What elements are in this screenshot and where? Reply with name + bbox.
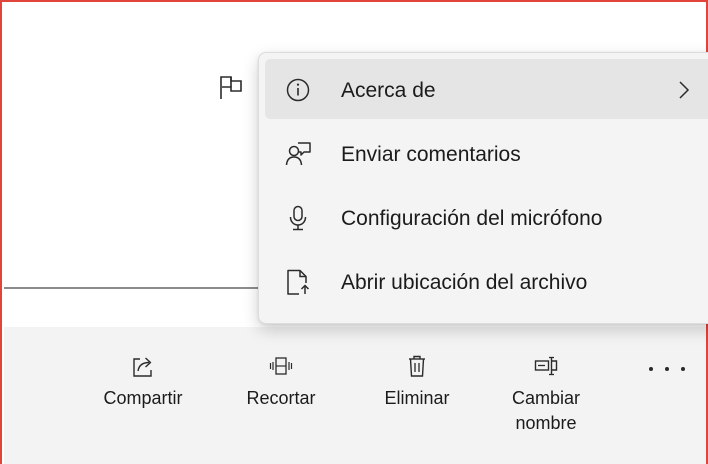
delete-label: Eliminar xyxy=(384,388,450,408)
microphone-icon xyxy=(289,205,307,231)
info-icon xyxy=(286,78,310,102)
share-label: Compartir xyxy=(103,388,183,408)
feedback-icon xyxy=(285,142,311,166)
menu-item-send-feedback[interactable]: Enviar comentarios xyxy=(265,123,708,183)
chevron-right-icon xyxy=(679,81,690,99)
rename-button[interactable]: Cambiar nombre xyxy=(494,354,598,436)
more-options-icon[interactable] xyxy=(645,362,689,376)
rename-icon xyxy=(534,356,558,376)
trash-icon xyxy=(409,355,425,377)
trim-button[interactable]: Recortar xyxy=(228,354,334,411)
menu-item-about[interactable]: Acerca de xyxy=(265,59,708,119)
share-button[interactable]: Compartir xyxy=(86,354,200,411)
menu-item-microphone-settings[interactable]: Configuración del micrófono xyxy=(265,187,708,247)
menu-item-open-file-location-label: Abrir ubicación del archivo xyxy=(341,271,588,294)
context-menu: Acerca de Enviar comentarios Configuraci… xyxy=(258,52,708,324)
flag-icon[interactable] xyxy=(219,76,249,100)
menu-item-send-feedback-label: Enviar comentarios xyxy=(341,143,521,166)
trim-label: Recortar xyxy=(246,388,316,408)
menu-item-open-file-location[interactable]: Abrir ubicación del archivo xyxy=(265,251,708,311)
delete-button[interactable]: Eliminar xyxy=(366,354,468,411)
share-icon xyxy=(133,357,152,377)
rename-label: Cambiar nombre xyxy=(511,388,581,433)
open-file-location-icon xyxy=(287,269,310,295)
trim-icon xyxy=(269,357,293,375)
menu-item-about-label: Acerca de xyxy=(341,79,436,102)
menu-item-microphone-settings-label: Configuración del micrófono xyxy=(341,207,603,230)
